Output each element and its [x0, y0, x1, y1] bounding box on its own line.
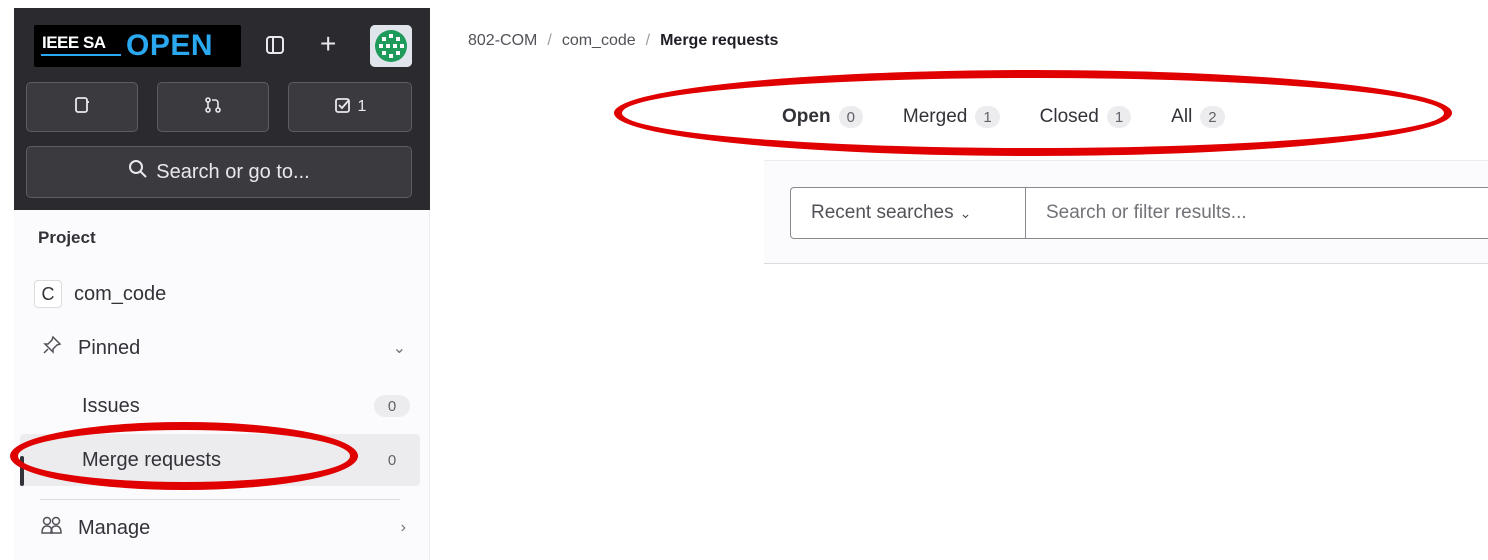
search-or-go-to-button[interactable]: Search or go to...: [26, 146, 412, 198]
project-avatar: C: [34, 280, 62, 308]
todo-shortcut-button[interactable]: 1: [288, 82, 412, 132]
sidebar-item-issues[interactable]: Issues 0: [20, 386, 420, 426]
tab-merged[interactable]: Merged 1: [903, 106, 1000, 128]
todo-icon: [334, 96, 352, 119]
filter-search-input[interactable]: Search or filter results...: [1025, 187, 1488, 239]
avatar[interactable]: [370, 25, 412, 67]
breadcrumb-project[interactable]: com_code: [562, 32, 636, 50]
merge-request-state-tabs: Open 0 Merged 1 Closed 1 All 2: [782, 106, 1225, 128]
filter-bar: Recent searches ⌄ Search or filter resul…: [764, 160, 1488, 264]
issues-icon: [73, 96, 91, 119]
tab-label: Open: [782, 106, 831, 127]
sidebar-item-label: Merge requests: [82, 448, 221, 471]
logo-underline: [41, 54, 121, 56]
project-name: com_code: [74, 282, 167, 305]
tab-closed[interactable]: Closed 1: [1040, 106, 1132, 128]
logo-text-ieee: IEEE SA: [42, 33, 106, 52]
tab-count-badge: 0: [838, 106, 863, 128]
section-heading-project: Project: [38, 228, 96, 247]
logo-text-open: OPEN: [126, 29, 214, 62]
panel-toggle-icon[interactable]: [264, 34, 286, 61]
plus-icon[interactable]: +: [320, 30, 336, 58]
pin-icon: [34, 335, 70, 361]
recent-searches-dropdown[interactable]: Recent searches ⌄: [790, 187, 1026, 239]
todo-count: 1: [357, 98, 367, 115]
tab-all[interactable]: All 2: [1171, 106, 1225, 128]
active-indicator: [20, 456, 24, 486]
sidebar-item-merge-requests[interactable]: Merge requests 0: [20, 434, 420, 486]
breadcrumb-separator: /: [645, 32, 651, 49]
sidebar: IEEE SA OPEN + 1 Search or go to... Proj…: [14, 8, 430, 560]
pinned-label: Pinned: [78, 336, 141, 359]
tab-label: Closed: [1039, 106, 1099, 127]
sidebar-item-pinned[interactable]: Pinned ⌄: [20, 328, 420, 368]
ieee-sa-open-logo[interactable]: IEEE SA OPEN: [34, 25, 241, 67]
chevron-down-icon: ⌄: [959, 204, 972, 221]
issues-shortcut-button[interactable]: [26, 82, 138, 132]
manage-label: Manage: [78, 516, 151, 539]
sidebar-item-project[interactable]: C com_code: [20, 274, 420, 314]
users-icon: [34, 515, 70, 541]
tab-count-badge: 1: [975, 106, 1000, 128]
tab-label: All: [1171, 106, 1193, 127]
breadcrumb-separator: /: [547, 32, 552, 49]
breadcrumb-group[interactable]: 802-COM: [468, 32, 537, 50]
merge-request-icon: [204, 96, 222, 119]
sidebar-header: IEEE SA OPEN + 1 Search or go to...: [14, 8, 430, 210]
chevron-down-icon: ⌄: [392, 340, 406, 357]
filter-placeholder: Search or filter results...: [1046, 202, 1247, 223]
tab-label: Merged: [902, 106, 968, 127]
search-label: Search or go to...: [156, 160, 310, 183]
sidebar-item-label: Issues: [82, 394, 140, 417]
breadcrumb-current[interactable]: Merge requests: [660, 32, 778, 50]
merge-requests-count-badge: 0: [374, 449, 410, 471]
issues-count-badge: 0: [374, 395, 410, 417]
tab-count-badge: 2: [1200, 106, 1225, 128]
sidebar-item-manage[interactable]: Manage ›: [20, 508, 420, 548]
chevron-right-icon: ›: [400, 519, 406, 536]
sidebar-divider: [40, 499, 400, 500]
tab-open[interactable]: Open 0: [782, 106, 863, 128]
merge-requests-shortcut-button[interactable]: [157, 82, 269, 132]
breadcrumb: 802-COM / com_code / Merge requests: [468, 32, 778, 50]
tab-count-badge: 1: [1106, 106, 1132, 128]
recent-searches-label: Recent searches: [811, 202, 954, 223]
search-icon: [128, 159, 148, 185]
